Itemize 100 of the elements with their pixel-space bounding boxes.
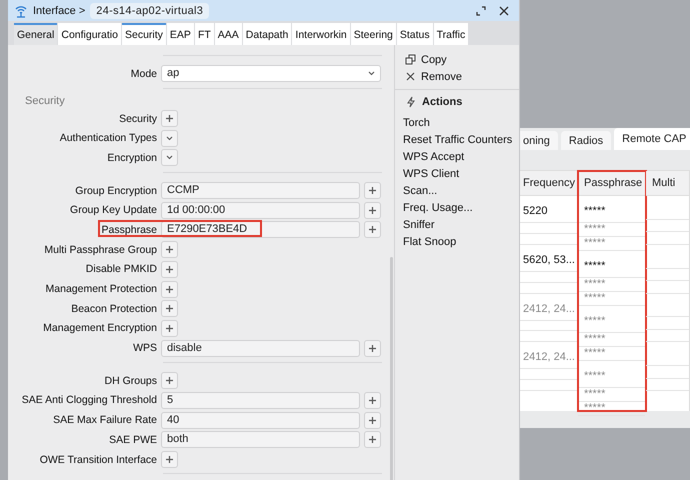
tab[interactable]: Interworkin [292,23,350,45]
field-label: Multi Passphrase Group [43,244,157,256]
table-cell: ***** [578,292,645,306]
add-button[interactable] [161,241,178,258]
copy-icon [405,54,416,65]
menu-item[interactable]: Torch [395,114,519,131]
tab[interactable]: Status [396,23,433,45]
add-button[interactable] [161,300,178,318]
window-title: Interface > [33,4,86,16]
table-cell: ***** [578,196,645,223]
breadcrumb[interactable]: 24-s14-ap02-virtual3 [90,2,210,18]
tab[interactable]: Security [122,23,166,45]
chevron-icon [165,134,174,143]
plus-icon [165,376,174,386]
add-button[interactable] [364,221,381,238]
field-label: Group Encryption [74,184,157,197]
resize-icon [476,6,486,16]
column-header: Passphrase [578,171,645,196]
tab[interactable]: Configuratio [58,23,121,45]
tab[interactable]: General [14,23,58,45]
plus-icon [368,435,377,444]
menu-item[interactable]: Flat Snoop [395,233,519,250]
add-button[interactable] [161,320,178,337]
table-cell: ***** [578,333,645,347]
table-cell: ***** [578,237,645,251]
field-label: Beacon Protection [70,302,157,315]
text-field[interactable]: disable [161,340,360,357]
add-button[interactable] [364,412,381,429]
add-button[interactable] [364,431,381,448]
tab[interactable]: Remote CAP [614,128,690,150]
field-label: WPS [132,342,157,354]
section-heading: Security [24,94,66,107]
menu-item[interactable]: Remove [395,68,519,85]
field-label: Disable PMKID [84,263,157,276]
add-button[interactable] [161,451,178,468]
menu-item[interactable]: WPS Client [395,165,519,182]
text-field[interactable]: CCMP [161,182,360,200]
column-header: Multi [646,171,689,196]
plus-icon [165,304,174,314]
menu-item[interactable]: Scan... [395,182,519,199]
menu-item[interactable]: Copy [395,51,519,68]
table-cell: ***** [578,361,645,388]
table-cell: ***** [578,278,645,292]
plus-icon [165,324,174,333]
add-button[interactable] [364,392,381,409]
tab[interactable]: Traffic [434,23,468,45]
plus-icon [368,396,377,405]
table-cell: ***** [578,347,645,361]
close-icon[interactable] [499,6,509,16]
text-field[interactable]: 40 [161,412,360,429]
plus-icon [165,114,174,124]
chevron-icon [368,71,375,76]
close-icon [405,71,416,82]
table-cell: ***** [578,306,645,333]
field-label: SAE Max Failure Rate [52,414,157,426]
field-label: Security [118,112,157,125]
add-button[interactable] [364,182,381,200]
tab[interactable]: FT [194,23,214,45]
add-button[interactable] [364,202,381,219]
tab[interactable]: EAP [166,23,194,45]
field-label: Encryption [106,152,157,164]
section-heading: Actions [422,96,462,108]
text-field[interactable]: 5 [161,392,360,409]
field-label: Authentication Types [58,132,157,144]
add-button[interactable] [161,280,178,298]
text-field[interactable]: E7290E73BE4D [161,221,360,238]
field-label: Mode [130,68,157,80]
select-field[interactable]: ap [161,65,381,82]
field-label: DH Groups [103,374,157,387]
expand-button[interactable] [161,149,178,166]
field-label: SAE Anti Clogging Threshold [20,394,157,406]
add-button[interactable] [161,372,178,390]
add-button[interactable] [364,340,381,357]
add-button[interactable] [161,260,178,278]
plus-icon [165,284,174,294]
plus-icon [368,344,377,353]
field-label: OWE Transition Interface [38,454,157,466]
wifi-icon [14,4,28,18]
select-value: ap [167,66,180,82]
text-field[interactable]: both [161,431,360,448]
tab[interactable]: Datapath [242,23,292,45]
add-button[interactable] [161,110,178,128]
menu-item[interactable]: WPS Accept [395,148,519,165]
text-field[interactable]: 1d 00:00:00 [161,202,360,219]
menu-item[interactable]: Sniffer [395,216,519,233]
expand-button[interactable] [161,130,178,147]
tab[interactable]: AAA [214,23,242,45]
field-label: Group Key Update [69,204,157,216]
tab[interactable]: Radios [560,131,612,150]
field-label: Management Encryption [42,322,157,334]
field-label: Management Protection [44,283,157,296]
field-label: SAE PWE [108,434,157,446]
plus-icon [368,416,377,425]
tab[interactable]: Steering [350,23,396,45]
tab[interactable]: oning [520,131,558,150]
table-cell: ***** [578,251,645,278]
table-cell: ***** [578,402,645,416]
menu-item[interactable]: Freq. Usage... [395,199,519,216]
plus-icon [165,264,174,274]
menu-item[interactable]: Reset Traffic Counters [395,131,519,148]
